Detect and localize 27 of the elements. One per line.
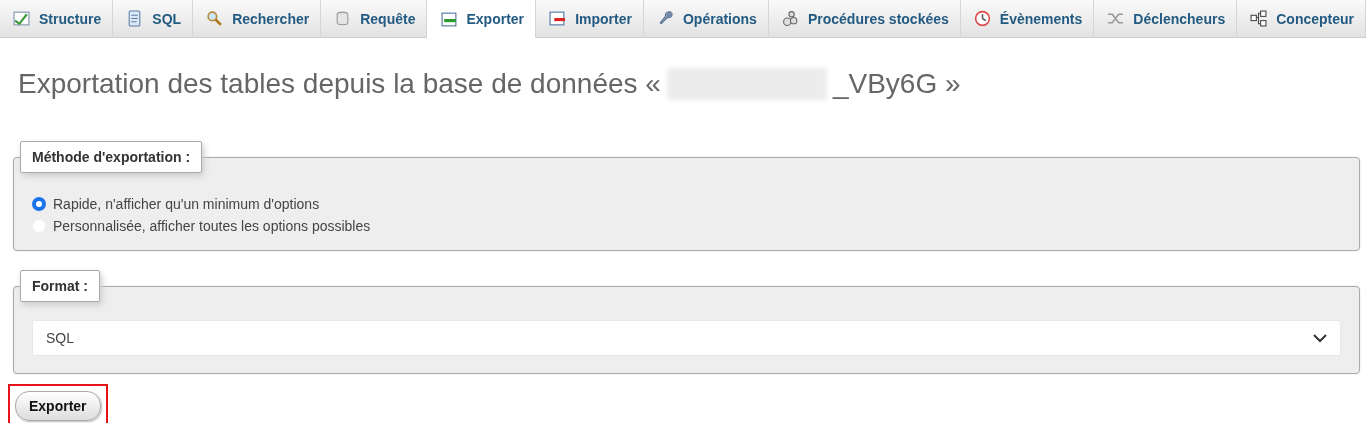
- tab[interactable]: Exporter: [427, 0, 537, 38]
- panel-legend: Méthode d'exportation :: [20, 141, 203, 173]
- table-icon: [13, 10, 30, 27]
- tab[interactable]: Procédures stockées: [768, 0, 961, 37]
- tab[interactable]: Déclencheurs: [1094, 0, 1238, 37]
- search-icon: [206, 10, 224, 27]
- tab[interactable]: Importer: [536, 0, 644, 37]
- tab[interactable]: Concepteur: [1237, 0, 1366, 37]
- page-title: Exportation des tables depuis la base de données «: [18, 68, 661, 100]
- tab[interactable]: Évènements: [960, 0, 1095, 37]
- clock-icon: [973, 10, 991, 27]
- chevron-down-icon: [1313, 333, 1327, 343]
- page-title: _VBy6G »: [832, 68, 961, 100]
- tab[interactable]: SQL: [113, 0, 194, 37]
- gears-icon: [781, 10, 799, 27]
- option-label[interactable]: Rapide, n'afficher qu'un minimum d'options: [53, 196, 320, 212]
- panel-legend: Format :: [20, 270, 100, 302]
- tab[interactable]: Rechercher: [193, 0, 322, 37]
- export-button[interactable]: Exporter: [15, 391, 101, 421]
- format-select[interactable]: SQL: [32, 320, 1341, 356]
- tab[interactable]: Structure: [0, 0, 114, 37]
- diagram-icon: [1250, 10, 1268, 27]
- shuffle-icon: [1107, 10, 1125, 27]
- tab[interactable]: Opérations: [643, 0, 769, 37]
- radio-button[interactable]: [32, 197, 46, 211]
- option-label[interactable]: Personnalisée, afficher toutes les options possibles: [53, 218, 371, 234]
- tab[interactable]: Requête: [321, 0, 428, 37]
